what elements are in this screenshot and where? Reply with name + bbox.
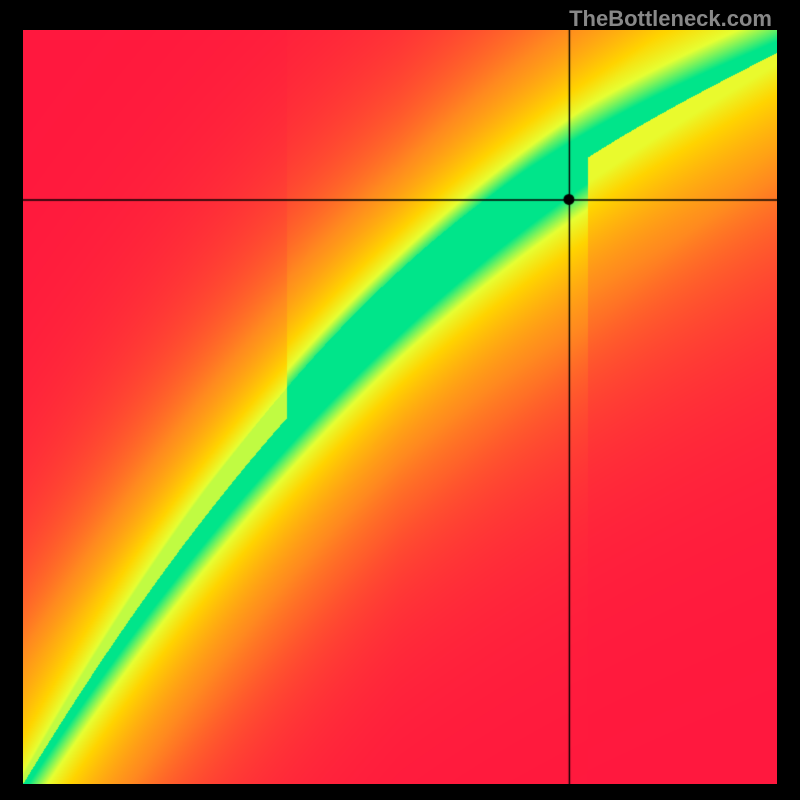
watermark-text: TheBottleneck.com — [569, 6, 772, 32]
heatmap-plot — [23, 30, 777, 784]
chart-container: TheBottleneck.com — [0, 0, 800, 800]
heatmap-canvas — [23, 30, 777, 784]
